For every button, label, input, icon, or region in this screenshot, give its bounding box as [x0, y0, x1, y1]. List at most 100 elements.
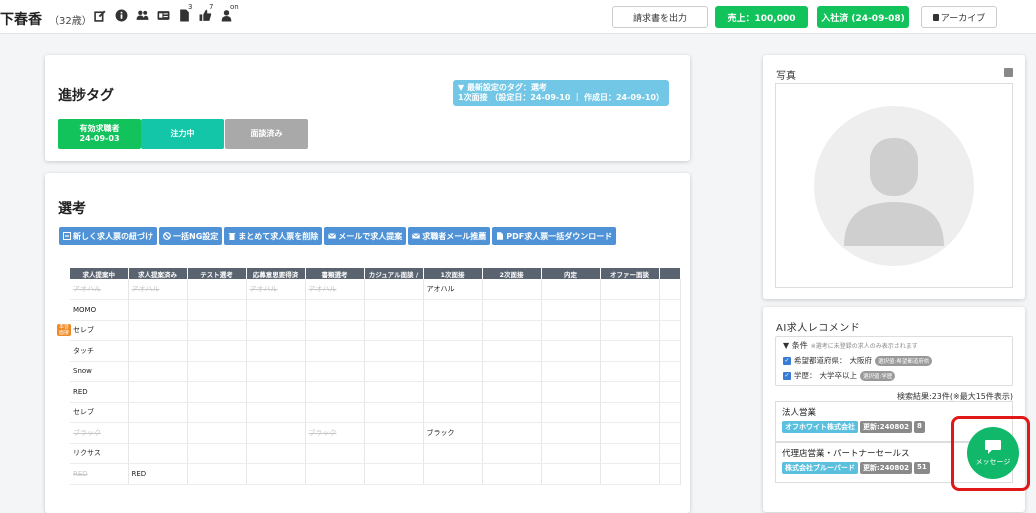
table-cell[interactable]: MOMO	[70, 299, 129, 321]
table-cell[interactable]: Snow	[70, 361, 129, 382]
job-company-badge: 株式会社ブルーバード	[782, 462, 858, 474]
action-button[interactable]: 求職者メール推薦	[408, 227, 491, 245]
table-cell	[659, 361, 681, 382]
table-cell[interactable]: ブラック	[70, 422, 129, 444]
action-button[interactable]: 一括NG設定	[159, 227, 223, 245]
table-cell	[305, 381, 365, 403]
condition-education: ✓ 学歴： 大学卒以上 選択値:学歴	[783, 370, 896, 381]
table-column-header: 1次面接	[423, 268, 483, 279]
table-cell	[305, 402, 365, 423]
table-cell[interactable]: タッチ	[70, 340, 129, 362]
table-cell[interactable]: ブラック	[305, 422, 365, 444]
action-button[interactable]: メールで求人提案	[324, 227, 407, 245]
joined-status-button[interactable]: 入社済 (24-09-08)	[817, 6, 909, 28]
action-button[interactable]: まとめて求人票を削除	[224, 227, 323, 245]
invoice-button[interactable]: 請求書を出力	[612, 6, 708, 28]
edit-icon[interactable]	[94, 9, 107, 22]
table-row: RED RED	[70, 463, 681, 485]
user-status-icon[interactable]: on	[220, 3, 239, 22]
message-label: メッセージ	[975, 458, 1011, 466]
conditions-title[interactable]: ▼ 条件	[783, 340, 808, 351]
table-cell	[423, 320, 483, 341]
table-cell[interactable]: アオハル	[246, 279, 306, 300]
table-column-header: 2次面接	[482, 268, 542, 279]
job-updated-badge: 更新:240802	[859, 462, 912, 474]
table-cell[interactable]: セレブ	[70, 320, 129, 341]
table-cell	[600, 422, 660, 444]
mail-icon	[412, 232, 421, 240]
table-cell	[600, 320, 660, 341]
condition-education-label: 学歴：	[794, 371, 817, 380]
table-cell[interactable]: セレブ	[70, 402, 129, 423]
photo-edit-icon[interactable]	[1004, 68, 1013, 77]
table-cell	[482, 422, 542, 444]
table-cell	[305, 320, 365, 341]
checkbox-checked-icon[interactable]: ✓	[783, 356, 791, 365]
table-cell[interactable]: アオハル	[305, 279, 365, 300]
table-cell	[187, 299, 247, 321]
table-cell	[364, 422, 424, 444]
table-cell	[128, 299, 188, 321]
table-cell	[187, 340, 247, 362]
users-icon[interactable]	[136, 9, 149, 22]
action-button[interactable]: 新しく求人票の紐づけ	[59, 227, 157, 245]
icon-count-badge: 3	[188, 3, 193, 11]
photo-title: 写真	[776, 71, 796, 82]
selection-table: 求人提案中 求人提案済み テスト選考 応募意思要得済 書類選考 カジュアル面談 / 1次面…	[70, 268, 681, 485]
table-cell[interactable]: ブラック	[423, 422, 483, 444]
table-cell	[128, 402, 188, 423]
table-cell[interactable]: アオハル	[70, 279, 129, 300]
table-column-header: カジュアル面談 /	[364, 268, 424, 279]
table-cell	[482, 402, 542, 423]
progress-tag-label: 有効求職者	[79, 124, 120, 133]
progress-tag[interactable]: 面談済み	[225, 119, 308, 149]
info-icon[interactable]	[115, 9, 128, 22]
table-cell	[246, 443, 306, 464]
table-cell	[482, 463, 542, 485]
table-row: アオハル アオハル アオハル アオハル アオハル	[70, 279, 681, 300]
table-cell	[423, 299, 483, 321]
mail-icon	[328, 232, 337, 240]
table-cell	[600, 299, 660, 321]
table-column-header: 求人提案済み	[128, 268, 188, 279]
photo-frame	[775, 83, 1013, 288]
conditions-note: ※選考に未登録の求人のみ表示されます	[810, 343, 918, 350]
table-cell[interactable]: RED	[128, 463, 188, 485]
table-cell	[364, 463, 424, 485]
table-cell	[541, 381, 601, 403]
table-cell[interactable]: アオハル	[423, 279, 483, 300]
table-cell	[246, 299, 306, 321]
progress-tag[interactable]: 注力中	[141, 119, 224, 149]
action-button-label: 一括NG設定	[173, 231, 219, 241]
sales-button[interactable]: 売上：100,000	[715, 6, 808, 28]
table-cell[interactable]: リクサス	[70, 443, 129, 464]
table-cell	[305, 463, 365, 485]
table-cell[interactable]: RED	[70, 463, 129, 485]
table-cell	[128, 422, 188, 444]
table-cell[interactable]: RED	[70, 381, 129, 403]
table-cell	[482, 340, 542, 362]
document-icon[interactable]: 3	[178, 3, 192, 22]
table-cell	[423, 381, 483, 403]
thumbs-up-icon[interactable]: 7	[199, 3, 213, 22]
table-cell	[246, 402, 306, 423]
id-card-icon[interactable]	[157, 9, 170, 22]
table-cell	[541, 422, 601, 444]
archive-button[interactable]: アーカイブ	[921, 6, 997, 28]
checkbox-checked-icon[interactable]: ✓	[783, 371, 791, 380]
table-cell	[423, 463, 483, 485]
progress-tag[interactable]: 有効求職者 24-09-03	[58, 119, 141, 149]
table-cell	[187, 381, 247, 403]
table-cell	[364, 340, 424, 362]
action-button[interactable]: PDF求人票一括ダウンロード	[492, 227, 617, 245]
table-cell	[187, 361, 247, 382]
trash-icon	[932, 13, 939, 21]
table-cell	[659, 320, 681, 341]
table-column-header: 書類選考	[305, 268, 365, 279]
table-cell	[600, 340, 660, 362]
table-cell	[364, 299, 424, 321]
table-cell[interactable]: アオハル	[128, 279, 188, 300]
message-button[interactable]: メッセージ	[967, 427, 1019, 479]
table-cell	[246, 381, 306, 403]
table-cell	[423, 402, 483, 423]
